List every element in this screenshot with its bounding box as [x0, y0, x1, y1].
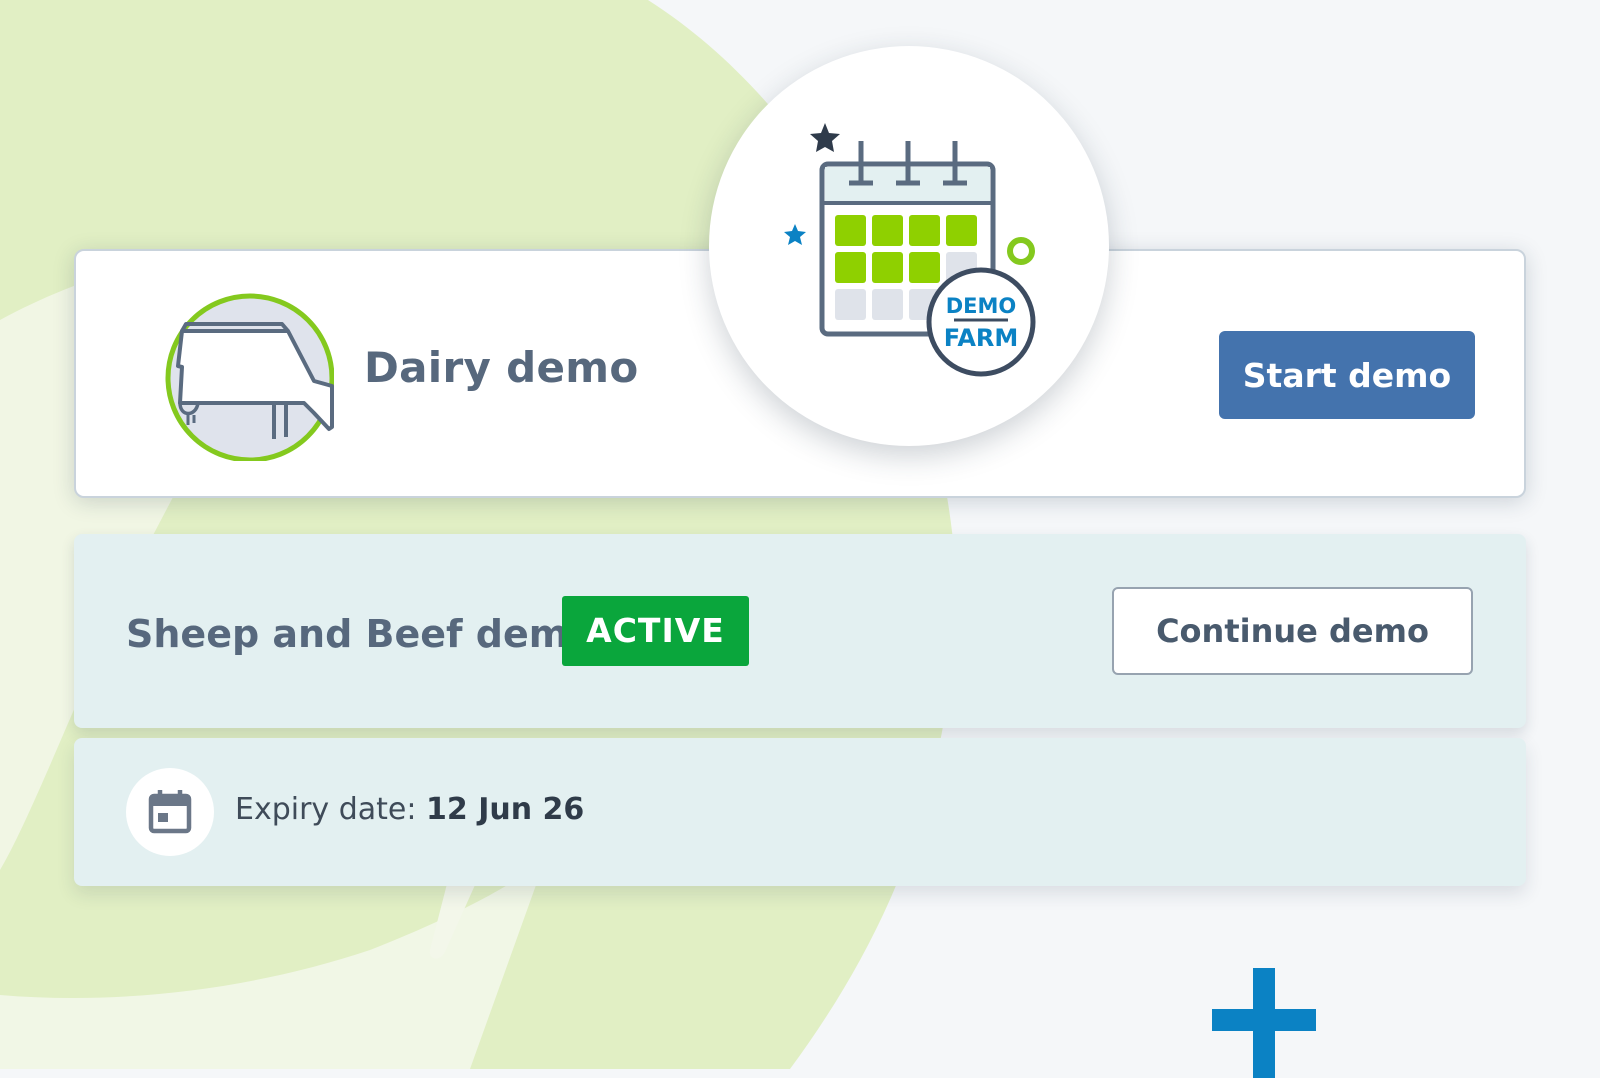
demo-badge-text: DEMO [946, 294, 1017, 318]
expiry-card: Expiry date: 12 Jun 26 [74, 738, 1526, 886]
expiry-date-text: Expiry date: 12 Jun 26 [235, 792, 584, 827]
demo-farm-illustration: DEMO FARM [709, 46, 1109, 446]
status-badge: ACTIVE [562, 596, 749, 666]
calendar-icon [148, 790, 192, 834]
cow-icon [164, 291, 335, 463]
expiry-calendar-badge [126, 768, 214, 856]
start-demo-button[interactable]: Start demo [1219, 331, 1475, 419]
plus-icon [1212, 968, 1316, 1078]
calendar-icon: DEMO FARM [784, 123, 1036, 377]
expiry-label: Expiry date: [235, 792, 417, 827]
continue-demo-button[interactable]: Continue demo [1112, 587, 1473, 675]
expiry-date-value: 12 Jun 26 [426, 792, 585, 827]
farm-badge-text: FARM [944, 324, 1019, 352]
dairy-demo-title: Dairy demo [364, 343, 639, 392]
sheep-beef-demo-title: Sheep and Beef demo [126, 612, 595, 656]
sheep-beef-demo-card: Sheep and Beef demo ACTIVE Continue demo [74, 534, 1526, 728]
